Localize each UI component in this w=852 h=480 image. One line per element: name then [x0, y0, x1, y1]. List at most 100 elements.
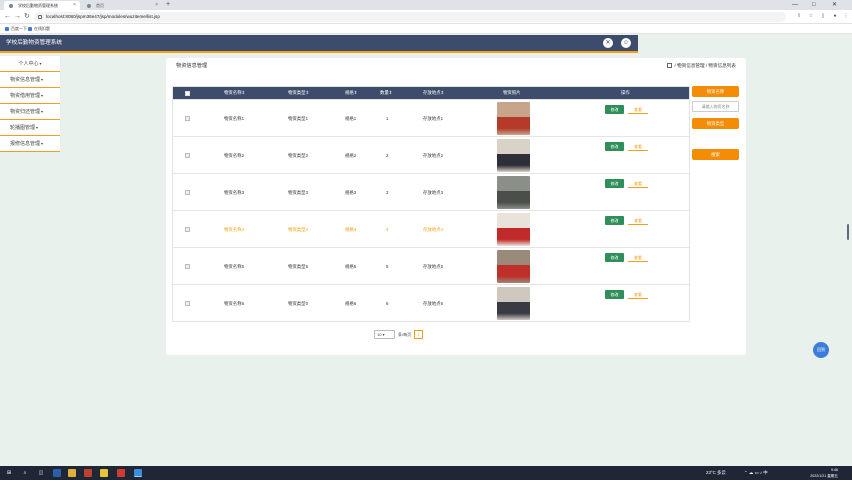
sidebar-item-borrow[interactable]: 物资借用管理▾	[0, 88, 60, 104]
folder-icon[interactable]	[68, 469, 76, 477]
col-header-qty[interactable]: 数量⇕	[380, 87, 392, 99]
task-view-icon[interactable]: ◫	[37, 469, 45, 477]
minimize-icon[interactable]: —	[792, 0, 798, 10]
view-button[interactable]: 查看	[628, 142, 648, 151]
app-icon[interactable]	[100, 469, 108, 477]
close-icon[interactable]: ✕	[603, 38, 613, 48]
sidepanel-icon[interactable]: ▯	[820, 13, 826, 19]
profile-icon[interactable]: ●	[832, 13, 838, 19]
search-name-input[interactable]: 请输入物资名称	[692, 101, 739, 112]
forward-icon[interactable]: →	[14, 12, 21, 22]
browser-tab-active[interactable]: 学校后勤物资管理系统 ×	[4, 1, 80, 10]
window-close-icon[interactable]: ✕	[832, 0, 837, 10]
table-row: 物资名称5 物资类型5 规格5 5 存放地点5 修改 查看	[173, 247, 689, 284]
cell-place: 存放地点4	[423, 227, 444, 232]
maximize-icon[interactable]: □	[812, 0, 816, 10]
supplies-table: 物资名称⇕ 物资类型⇕ 规格⇕ 数量⇕ 存放地点⇕ 物资照片 操作 物资名称1 物…	[172, 86, 690, 322]
scrollbar-thumb[interactable]	[847, 224, 849, 240]
sidebar-item-personal-center[interactable]: 个人中心▾	[0, 56, 60, 72]
cell-name: 物资名称6	[224, 301, 245, 306]
page-size-select[interactable]: 10 ▾	[374, 330, 395, 339]
cell-type: 物资类型5	[288, 264, 309, 269]
row-checkbox[interactable]	[185, 301, 190, 306]
tab-close-icon[interactable]: ×	[155, 1, 158, 10]
cell-place: 存放地点1	[423, 116, 444, 121]
cell-spec: 规格6	[345, 301, 357, 306]
modify-button[interactable]: 修改	[605, 216, 624, 225]
modify-button[interactable]: 修改	[605, 253, 624, 262]
search-label-type: 物资类型	[692, 118, 739, 129]
sidebar-item-return[interactable]: 物资归还管理▾	[0, 104, 60, 120]
menu-icon[interactable]: ⋮	[843, 13, 849, 19]
row-checkbox[interactable]	[185, 190, 190, 195]
browser-tab-inactive[interactable]: 首页 ×	[82, 1, 162, 10]
new-tab-icon[interactable]: +	[166, 1, 170, 9]
col-header-spec[interactable]: 规格⇕	[345, 87, 357, 99]
user-icon[interactable]: ☺	[621, 38, 631, 48]
modify-button[interactable]: 修改	[605, 142, 624, 151]
search-icon[interactable]: ⌕	[21, 469, 29, 477]
reload-icon[interactable]: ↻	[24, 12, 30, 22]
tray-icons[interactable]: ⌃ ☁ ▭ ♪ 中	[744, 466, 768, 480]
back-icon[interactable]: ←	[4, 12, 11, 22]
chrome-icon[interactable]	[134, 469, 142, 477]
cell-spec: 规格4	[345, 227, 357, 232]
taskbar: ⊞ ⌕ ◫ 23°C 多云 ⌃ ☁ ▭ ♪ 中 9:46 2022/1/21 星…	[0, 466, 852, 480]
back-to-top-button[interactable]: 回到	[813, 342, 829, 358]
sidebar-item-label: 物资借用管理	[10, 93, 41, 99]
taskbar-clock[interactable]: 9:46 2022/1/21 星期五	[798, 467, 838, 479]
view-button[interactable]: 查看	[628, 290, 648, 299]
modify-button[interactable]: 修改	[605, 105, 624, 114]
wps-icon[interactable]	[117, 469, 125, 477]
page-number-button[interactable]: 1	[414, 330, 423, 339]
chevron-down-icon: ▾	[41, 141, 44, 146]
select-all-checkbox[interactable]	[185, 90, 190, 96]
breadcrumb: / 物资信息管理 / 物资信息列表	[667, 62, 736, 70]
view-button[interactable]: 查看	[628, 105, 648, 114]
row-checkbox[interactable]	[185, 153, 190, 158]
supply-photo	[497, 250, 530, 283]
row-checkbox[interactable]	[185, 264, 190, 269]
tab-close-icon[interactable]: ×	[73, 1, 76, 10]
view-button[interactable]: 查看	[628, 253, 648, 262]
weather-status[interactable]: 23°C 多云	[706, 466, 726, 480]
url-text: localhost:8080/jspm36e47/jsp/modules/wuz…	[46, 14, 160, 19]
cell-qty: 6	[386, 301, 389, 306]
chevron-down-icon: ▾	[39, 61, 42, 66]
search-button[interactable]: 搜索	[692, 149, 739, 160]
bookmarks-bar: 百度一下 在线扣题	[0, 24, 852, 34]
home-icon[interactable]	[667, 63, 673, 68]
view-button[interactable]: 查看	[628, 216, 648, 225]
row-checkbox[interactable]	[185, 116, 190, 121]
cell-spec: 规格2	[345, 153, 357, 158]
col-header-type[interactable]: 物资类型⇕	[288, 87, 309, 99]
explorer-icon[interactable]	[53, 469, 61, 477]
supply-photo	[497, 139, 530, 172]
page-title: 物资信息管理	[176, 63, 208, 69]
modify-button[interactable]: 修改	[605, 179, 624, 188]
app-icon[interactable]	[84, 469, 92, 477]
col-header-photo: 物资照片	[503, 90, 521, 95]
bookmark-item[interactable]: 在线扣题	[28, 24, 50, 34]
row-checkbox[interactable]	[185, 227, 190, 232]
cell-type: 物资类型1	[288, 116, 309, 121]
table-row: 物资名称3 物资类型3 规格3 3 存放地点3 修改 查看	[173, 173, 689, 210]
url-input[interactable]: localhost:8080/jspm36e47/jsp/modules/wuz…	[34, 12, 786, 22]
page-size-label: 条/每页	[398, 332, 412, 337]
modify-button[interactable]: 修改	[605, 290, 624, 299]
cell-spec: 规格5	[345, 264, 357, 269]
sidebar-item-supplies-info[interactable]: 物资信息管理▾	[0, 72, 60, 88]
share-icon[interactable]: ⇪	[796, 13, 802, 19]
bookmark-item[interactable]: 百度一下	[5, 24, 27, 34]
view-button[interactable]: 查看	[628, 179, 648, 188]
windows-start-icon[interactable]: ⊞	[5, 469, 13, 477]
col-header-name[interactable]: 物资名称⇕	[224, 87, 245, 99]
col-header-place[interactable]: 存放地点⇕	[423, 87, 444, 99]
sidebar-item-repair[interactable]: 报修信息管理▾	[0, 136, 60, 152]
bookmark-star-icon[interactable]: ☆	[808, 13, 814, 19]
chevron-down-icon: ▾	[41, 109, 44, 114]
col-header-actions: 操作	[621, 90, 630, 95]
sidebar-item-carousel[interactable]: 轮播图管理▾	[0, 120, 60, 136]
site-info-icon[interactable]	[38, 15, 42, 19]
tab-favicon	[87, 4, 91, 8]
